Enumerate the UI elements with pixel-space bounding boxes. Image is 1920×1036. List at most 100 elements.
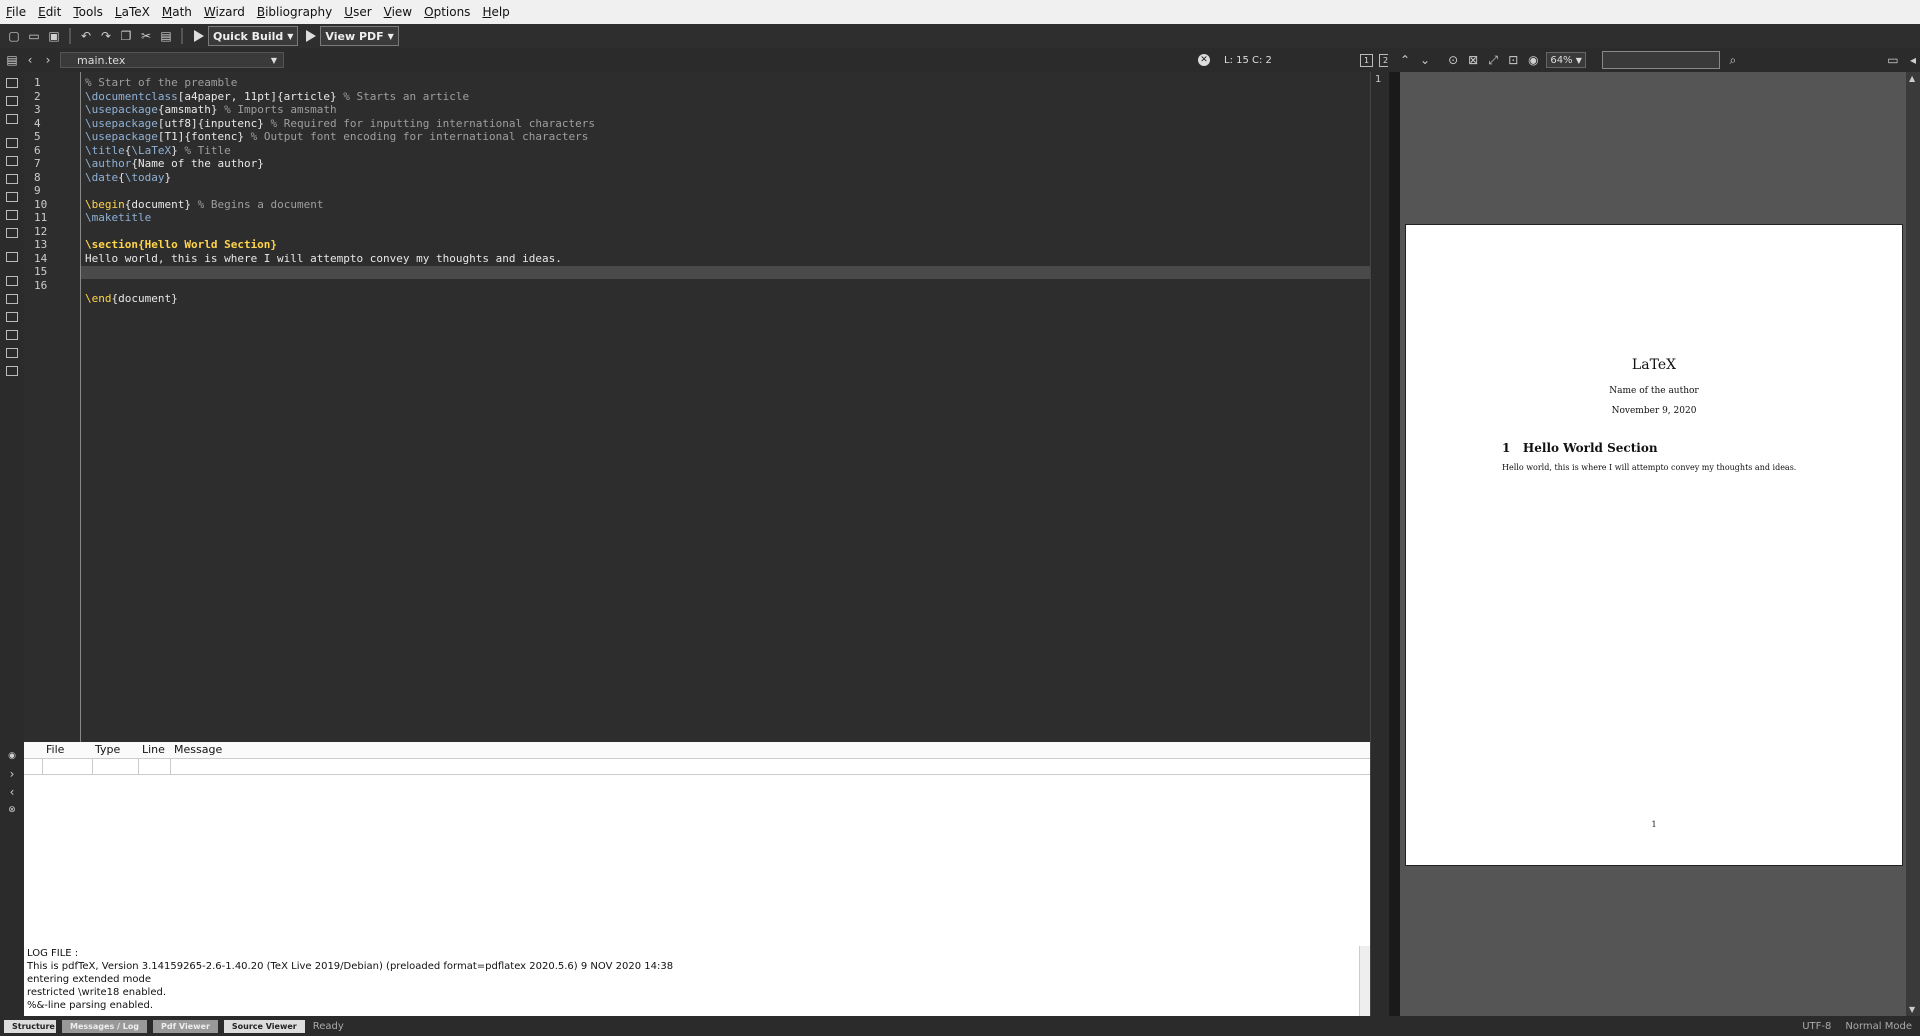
menu-bar: File Edit Tools LaTeX Math Wizard Biblio… xyxy=(0,0,1920,25)
source-viewer-button[interactable]: Source Viewer xyxy=(223,1019,305,1033)
menu-wizard[interactable]: Wizard xyxy=(198,5,251,19)
menu-user[interactable]: User xyxy=(338,5,377,19)
structure-icon[interactable] xyxy=(6,78,18,88)
chevron-right-icon[interactable]: › xyxy=(40,52,56,68)
chevron-up-icon[interactable]: ▲ xyxy=(1909,74,1915,83)
chevron-left-icon[interactable]: ‹ xyxy=(4,784,20,800)
fit-width-icon[interactable]: ⊠ xyxy=(1466,52,1480,68)
code-line: \title{\LaTeX} % Title xyxy=(85,143,231,157)
align-center-icon[interactable] xyxy=(6,210,18,220)
status-bar: Structure Messages / Log Pdf Viewer Sour… xyxy=(0,1016,1920,1036)
left-tool-strip: ◉ › ‹ ⊗ xyxy=(0,72,25,1016)
structure-button[interactable]: Structure xyxy=(4,1019,56,1033)
messages-log-button[interactable]: Messages / Log xyxy=(62,1019,148,1033)
superscript-icon[interactable] xyxy=(6,312,18,322)
math-icon[interactable] xyxy=(6,276,18,286)
copy-icon[interactable]: ❐ xyxy=(118,28,134,44)
line-number: 14 xyxy=(34,251,48,265)
pdf-scrollbar[interactable]: ▲ ▼ xyxy=(1906,72,1920,1016)
cut-icon[interactable]: ✂ xyxy=(138,28,154,44)
menu-view[interactable]: View xyxy=(378,5,418,19)
chevron-down-icon[interactable]: ▼ xyxy=(1909,1005,1915,1014)
grid-icon[interactable]: ⊡ xyxy=(1506,52,1520,68)
log-panel[interactable]: LOG FILE : This is pdfTeX, Version 3.141… xyxy=(24,946,1370,1016)
menu-latex[interactable]: LaTeX xyxy=(109,5,156,19)
matrix-icon[interactable] xyxy=(6,366,18,376)
log-line: LOG FILE : xyxy=(27,948,79,959)
newline-icon[interactable] xyxy=(6,252,18,262)
pdf-page-indicator: 1 xyxy=(1375,74,1382,85)
column-type[interactable]: Type xyxy=(95,743,120,756)
undo-icon[interactable]: ↶ xyxy=(78,28,94,44)
fit-height-icon[interactable]: ⤢ xyxy=(1486,52,1500,68)
pdf-section-number: 1 xyxy=(1502,441,1511,455)
open-folder-icon[interactable]: ▭ xyxy=(26,28,42,44)
column-line[interactable]: Line xyxy=(142,743,165,756)
view-pdf-button[interactable]: View PDF ▼ xyxy=(320,26,399,46)
eye-icon[interactable]: ◉ xyxy=(4,748,20,764)
fit-page-icon[interactable]: ⊙ xyxy=(1446,52,1460,68)
sqrt-icon[interactable] xyxy=(6,348,18,358)
run-icon[interactable] xyxy=(306,30,317,42)
column-file[interactable]: File xyxy=(46,743,64,756)
chevron-up-icon[interactable]: ⌃ xyxy=(1398,52,1412,68)
messages-header: File Type Line Message xyxy=(24,742,1370,759)
pdf-search-input[interactable] xyxy=(1601,51,1720,69)
panel-toggle-icon[interactable]: ▤ xyxy=(4,52,20,68)
menu-tools[interactable]: Tools xyxy=(67,5,109,19)
image-icon[interactable] xyxy=(6,114,18,124)
quick-build-button[interactable]: Quick Build ▼ xyxy=(208,26,299,46)
run-icon[interactable] xyxy=(194,30,204,42)
column-message[interactable]: Message xyxy=(174,743,222,756)
eye-icon[interactable]: ◉ xyxy=(1526,52,1540,68)
code-line: \begin{document} % Begins a document xyxy=(85,197,324,211)
menu-file[interactable]: File xyxy=(0,5,32,19)
menu-help[interactable]: Help xyxy=(476,5,515,19)
pdf-viewer-button[interactable]: Pdf Viewer xyxy=(153,1019,218,1033)
menu-bibliography[interactable]: Bibliography xyxy=(251,5,338,19)
zoom-select[interactable]: 64% ▼ xyxy=(1546,52,1586,68)
code-line: \maketitle xyxy=(85,211,152,224)
menu-options[interactable]: Options xyxy=(418,5,476,19)
mode-indicator[interactable]: Normal Mode xyxy=(1845,1021,1912,1032)
pdf-page-number: 1 xyxy=(1651,820,1657,829)
view-1-button[interactable]: 1 xyxy=(1360,53,1373,67)
new-file-icon[interactable]: ▢ xyxy=(6,28,22,44)
code-editor[interactable]: 1 2 3 4 5 6 7 8 9 10 11 12 13 14 15 16 % Start of the p… xyxy=(24,72,1370,742)
subscript-icon[interactable] xyxy=(6,294,18,304)
align-left-icon[interactable] xyxy=(6,192,18,202)
toolbar-separator xyxy=(181,28,183,44)
close-icon[interactable]: ✕ xyxy=(1198,54,1210,66)
code-line: \usepackage[T1]{fontenc} % Output font e… xyxy=(85,130,589,143)
fraction-icon[interactable] xyxy=(6,330,18,340)
search-icon[interactable]: ⌕ xyxy=(1726,52,1740,68)
line-number: 12 xyxy=(34,224,48,238)
menu-edit[interactable]: Edit xyxy=(32,5,67,19)
pdf-body-text: Hello world, this is where I will attemp… xyxy=(1502,463,1797,472)
tab-main-tex[interactable]: main.tex ▼ xyxy=(60,52,284,68)
close-panel-icon[interactable]: ◂ xyxy=(1906,52,1920,68)
pdf-section-heading: 1 Hello World Section xyxy=(1502,441,1658,455)
bold-icon[interactable] xyxy=(6,138,18,148)
underline-icon[interactable] xyxy=(6,174,18,184)
line-number: 8 xyxy=(34,170,41,184)
redo-icon[interactable]: ↷ xyxy=(98,28,114,44)
stop-icon[interactable]: ⊗ xyxy=(4,802,20,818)
save-icon[interactable]: ▣ xyxy=(46,28,62,44)
quick-build-label: Quick Build xyxy=(213,29,284,43)
log-line: %&-line parsing enabled. xyxy=(27,1000,153,1011)
encoding-indicator[interactable]: UTF-8 xyxy=(1802,1021,1831,1032)
detach-icon[interactable]: ▭ xyxy=(1886,52,1900,68)
align-right-icon[interactable] xyxy=(6,228,18,238)
main-toolbar: ▢ ▭ ▣ ↶ ↷ ❐ ✂ ▤ Quick Build ▼ View PDF ▼ xyxy=(0,24,1920,48)
menu-math[interactable]: Math xyxy=(156,5,198,19)
paste-icon[interactable]: ▤ xyxy=(158,28,174,44)
chevron-left-icon[interactable]: ‹ xyxy=(22,52,38,68)
line-number: 1 xyxy=(34,76,41,89)
line-number: 15 xyxy=(34,265,48,278)
chevron-right-icon[interactable]: › xyxy=(4,766,20,782)
chevron-down-icon[interactable]: ⌄ xyxy=(1418,52,1432,68)
italic-icon[interactable] xyxy=(6,156,18,166)
table-icon[interactable] xyxy=(6,96,18,106)
log-scrollbar[interactable] xyxy=(1359,946,1370,1016)
